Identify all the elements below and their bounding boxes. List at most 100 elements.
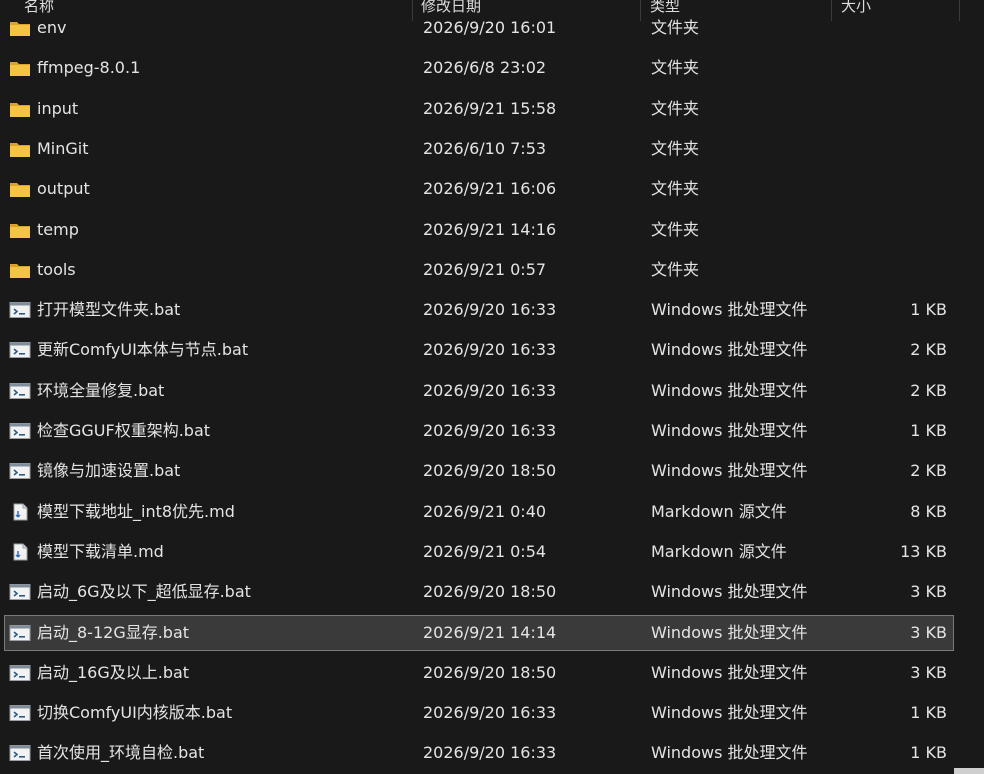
folder-icon xyxy=(9,100,31,118)
file-row[interactable]: 启动_6G及以下_超低显存.bat 2026/9/20 18:50 Windows … xyxy=(4,574,954,610)
column-header: 名称 修改日期 类型 大小 xyxy=(0,0,984,21)
file-size: 1 KB xyxy=(910,421,947,440)
file-name: 检查GGUF权重架构.bat xyxy=(37,421,211,440)
file-type: 文件夹 xyxy=(651,98,700,118)
batch-file-icon xyxy=(9,664,31,682)
file-type: Markdown 源文件 xyxy=(651,541,787,561)
folder-icon xyxy=(9,221,31,239)
file-name: 镜像与加速设置.bat xyxy=(37,461,181,481)
file-date: 2026/9/20 18:50 xyxy=(423,662,557,682)
file-type: Windows 批处理文件 xyxy=(651,622,808,642)
column-name[interactable]: 名称 xyxy=(24,0,54,19)
file-type: 文件夹 xyxy=(651,58,700,78)
batch-file-icon xyxy=(9,341,31,359)
file-name: MinGit xyxy=(37,138,89,158)
file-date: 2026/9/21 16:06 xyxy=(423,179,557,199)
batch-file-icon xyxy=(9,462,31,480)
file-name: 启动_16G及以上.bat xyxy=(37,662,190,682)
file-explorer: env 2026/9/20 16:01 文件夹 ffmpeg-8.0.1 2026/6/… xyxy=(0,0,984,774)
file-type: Windows 批处理文件 xyxy=(651,461,808,481)
column-divider[interactable] xyxy=(831,0,832,21)
file-date: 2026/9/21 0:40 xyxy=(423,501,547,521)
batch-file-icon xyxy=(9,422,31,440)
column-divider[interactable] xyxy=(412,0,413,21)
file-size: 8 KB xyxy=(910,501,947,521)
file-row[interactable]: output 2026/9/21 16:06 文件夹 xyxy=(4,171,954,207)
file-type: Windows 批处理文件 xyxy=(651,743,808,763)
folder-icon xyxy=(9,261,31,279)
file-type: Windows 批处理文件 xyxy=(651,662,808,682)
file-date: 2026/9/20 16:33 xyxy=(423,380,557,400)
file-size: 2 KB xyxy=(910,340,947,360)
file-name: 模型下载地址_int8优先.md xyxy=(37,501,235,521)
column-divider[interactable] xyxy=(959,0,960,21)
file-date: 2026/9/20 16:33 xyxy=(423,300,557,320)
file-size: 2 KB xyxy=(910,461,947,481)
file-size: 1 KB xyxy=(910,743,947,763)
file-date: 2026/9/20 16:33 xyxy=(423,743,557,763)
folder-icon xyxy=(9,140,31,158)
file-row[interactable]: 首次使用_环境自检.bat 2026/9/20 16:33 Windows 批处理文… xyxy=(4,735,954,771)
file-row[interactable]: MinGit 2026/6/10 7:53 文件夹 xyxy=(4,131,954,167)
file-date: 2026/9/20 16:33 xyxy=(423,340,557,360)
file-name: ffmpeg-8.0.1 xyxy=(37,58,141,78)
file-date: 2026/6/10 7:53 xyxy=(423,138,547,158)
markdown-file-icon xyxy=(9,543,31,561)
column-date[interactable]: 修改日期 xyxy=(421,0,481,19)
file-size: 2 KB xyxy=(910,380,947,400)
column-size[interactable]: 大小 xyxy=(841,0,871,19)
column-type[interactable]: 类型 xyxy=(650,0,680,19)
batch-file-icon xyxy=(9,704,31,722)
file-row[interactable]: 检查GGUF权重架构.bat 2026/9/20 16:33 Windows 批处理… xyxy=(4,413,954,449)
column-divider[interactable] xyxy=(640,0,641,21)
file-name: output xyxy=(37,179,90,199)
scrollbar-thumb[interactable] xyxy=(954,768,984,774)
file-date: 2026/9/20 16:33 xyxy=(423,703,557,723)
file-name: 切换ComfyUI内核版本.bat xyxy=(37,703,233,723)
file-name: 更新ComfyUI本体与节点.bat xyxy=(37,340,249,360)
file-row[interactable]: 切换ComfyUI内核版本.bat 2026/9/20 16:33 Windows … xyxy=(4,695,954,731)
file-type: Windows 批处理文件 xyxy=(651,380,808,400)
file-row[interactable]: tools 2026/9/21 0:57 文件夹 xyxy=(4,252,954,288)
file-date: 2026/9/20 16:33 xyxy=(423,421,557,440)
file-row[interactable]: ffmpeg-8.0.1 2026/6/8 23:02 文件夹 xyxy=(4,50,954,86)
file-list: env 2026/9/20 16:01 文件夹 ffmpeg-8.0.1 2026/6/… xyxy=(0,0,984,774)
file-row[interactable]: 更新ComfyUI本体与节点.bat 2026/9/20 16:33 Windows… xyxy=(4,332,954,368)
folder-icon xyxy=(9,19,31,37)
file-size: 3 KB xyxy=(910,662,947,682)
file-row[interactable]: 启动_16G及以上.bat 2026/9/20 18:50 Windows 批处理文… xyxy=(4,655,954,691)
file-size: 1 KB xyxy=(910,300,947,320)
batch-file-icon xyxy=(9,624,31,642)
file-row[interactable]: 模型下载清单.md 2026/9/21 0:54 Markdown 源文件 13 KB xyxy=(4,534,954,570)
file-name: 启动_6G及以下_超低显存.bat xyxy=(37,582,251,602)
file-date: 2026/9/20 18:50 xyxy=(423,582,557,602)
file-date: 2026/9/21 0:54 xyxy=(423,541,547,561)
file-row[interactable]: input 2026/9/21 15:58 文件夹 xyxy=(4,91,954,127)
file-name: tools xyxy=(37,259,76,279)
file-size: 3 KB xyxy=(910,622,947,642)
file-date: 2026/9/21 14:14 xyxy=(423,622,557,642)
file-name: 模型下载清单.md xyxy=(37,541,164,561)
file-row[interactable]: 打开模型文件夹.bat 2026/9/20 16:33 Windows 批处理文件 1… xyxy=(4,292,954,328)
folder-icon xyxy=(9,180,31,198)
file-row[interactable]: 环境全量修复.bat 2026/9/20 16:33 Windows 批处理文件 2 … xyxy=(4,373,954,409)
file-type: Windows 批处理文件 xyxy=(651,340,808,360)
file-row-selected[interactable]: 启动_8-12G显存.bat 2026/9/21 14:14 Windows 批处理… xyxy=(4,614,954,651)
file-type: Markdown 源文件 xyxy=(651,501,787,521)
file-type: 文件夹 xyxy=(651,179,700,199)
file-size: 13 KB xyxy=(900,541,947,561)
file-type: Windows 批处理文件 xyxy=(651,421,808,440)
markdown-file-icon xyxy=(9,503,31,521)
batch-file-icon xyxy=(9,583,31,601)
file-size: 1 KB xyxy=(910,703,947,723)
file-size: 3 KB xyxy=(910,582,947,602)
file-name: input xyxy=(37,98,79,118)
file-row[interactable]: 模型下载地址_int8优先.md 2026/9/21 0:40 Markdown 源… xyxy=(4,494,954,530)
file-name: 环境全量修复.bat xyxy=(37,380,165,400)
file-row[interactable]: temp 2026/9/21 14:16 文件夹 xyxy=(4,212,954,248)
file-name: 首次使用_环境自检.bat xyxy=(37,743,205,763)
file-name: 启动_8-12G显存.bat xyxy=(37,622,190,642)
file-type: 文件夹 xyxy=(651,138,700,158)
file-row[interactable]: 镜像与加速设置.bat 2026/9/20 18:50 Windows 批处理文件 2… xyxy=(4,453,954,489)
folder-icon xyxy=(9,59,31,77)
